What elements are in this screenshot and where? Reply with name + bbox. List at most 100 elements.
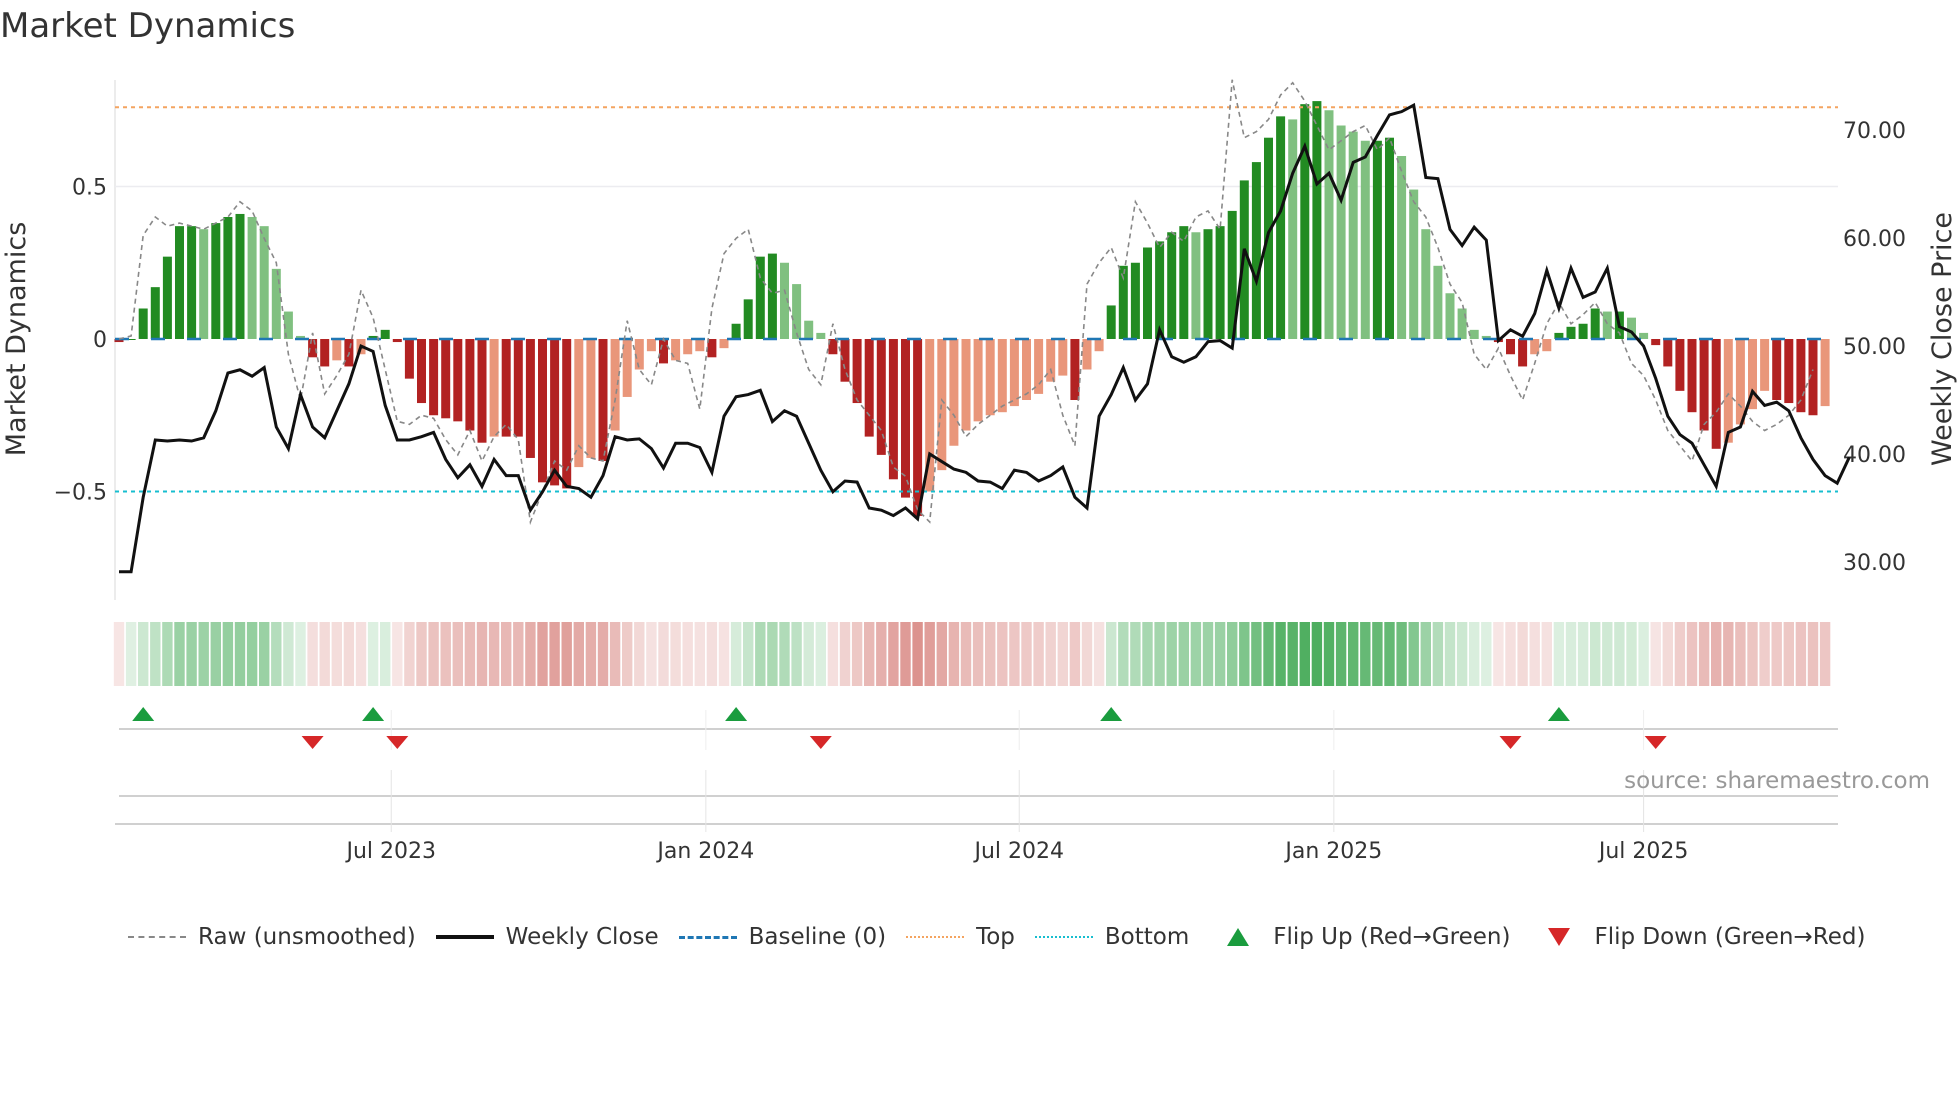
flip-up-marker — [362, 707, 385, 721]
heat-strip-cell — [936, 622, 947, 686]
dynamics-bar — [1590, 308, 1600, 339]
dynamics-bar — [550, 339, 560, 486]
dynamics-bar — [1143, 247, 1152, 339]
heat-strip-cell — [150, 622, 161, 686]
heat-strip-cell — [1735, 622, 1746, 686]
heat-strip-cell — [1311, 622, 1323, 686]
heat-strip-cell — [113, 622, 125, 686]
dynamics-bar — [320, 339, 330, 367]
dynamics-bar — [1663, 339, 1673, 367]
flip-down-marker — [386, 736, 409, 749]
dynamics-bar — [804, 320, 814, 339]
legend-raw: Raw (unsmoothed) — [128, 924, 416, 950]
dynamics-bar — [816, 332, 826, 339]
dynamics-bar — [1215, 226, 1225, 339]
heat-strip-cell — [1469, 622, 1480, 686]
legend-bottom: Bottom — [1034, 924, 1190, 950]
dynamics-bar — [1518, 339, 1528, 367]
dynamics-bar — [1723, 339, 1733, 443]
dynamics-bar — [271, 268, 281, 339]
dynamics-bar — [1760, 339, 1770, 391]
dynamics-bar — [223, 217, 233, 339]
heat-strip-cell — [1553, 622, 1565, 686]
heat-strip-cell — [488, 622, 500, 686]
dynamics-bar — [1784, 339, 1794, 404]
legend-label: Weekly Close — [505, 924, 659, 950]
dynamics-bar — [1409, 189, 1419, 339]
dynamics-bar — [1070, 339, 1080, 400]
dynamics-bar — [1094, 339, 1104, 352]
flip-up-marker — [1547, 707, 1570, 721]
x-tick-label: Jul 2024 — [972, 839, 1064, 864]
heat-strip-cell — [730, 622, 742, 686]
heat-strip-cell — [779, 622, 790, 686]
dynamics-bar — [719, 339, 729, 349]
heat-strip-cell — [380, 622, 391, 686]
dynamics-bar — [792, 284, 802, 339]
heat-strip-cell — [198, 622, 209, 686]
dynamics-bar — [1300, 104, 1310, 340]
dynamics-bar — [162, 256, 172, 339]
flip-up-marker — [1100, 707, 1123, 721]
dynamics-bar — [1699, 339, 1709, 431]
heat-strip-cell — [464, 622, 476, 686]
heat-strip-cell — [694, 622, 705, 686]
heat-strip-cell — [622, 622, 633, 686]
legend-label: Baseline (0) — [748, 924, 887, 950]
dynamics-bar — [1602, 311, 1612, 339]
dynamics-bar — [1276, 116, 1286, 339]
dynamics-bar — [489, 339, 499, 437]
dynamics-bar — [985, 339, 995, 416]
dynamics-bar — [175, 226, 184, 339]
dynamics-bar — [1336, 125, 1346, 339]
heat-strip-cell — [525, 622, 536, 686]
dynamics-bar — [259, 226, 269, 339]
heat-strip-cell — [972, 622, 984, 686]
dynamics-bar — [247, 217, 257, 339]
dynamics-bar — [1469, 329, 1479, 339]
heat-strip-cell — [1807, 622, 1819, 686]
heat-strip-cell — [1106, 622, 1117, 686]
dynamics-bar — [1312, 101, 1322, 339]
heat-strip-cell — [549, 622, 560, 686]
heat-strip-cell — [1166, 622, 1177, 686]
heat-strip-cell — [1638, 622, 1649, 686]
y2-tick-label: 50.00 — [1843, 335, 1906, 360]
heat-strip-cell — [162, 622, 173, 686]
heat-strip-cell — [912, 622, 923, 686]
heat-strip-cell — [634, 622, 645, 686]
heat-strip-cell — [1335, 622, 1347, 686]
dynamics-bar — [235, 213, 245, 339]
dynamics-bar — [1360, 140, 1370, 339]
heat-strip-cell — [1541, 622, 1552, 686]
legend-label: Raw (unsmoothed) — [198, 924, 416, 950]
dynamics-bar — [138, 308, 148, 339]
dynamics-bar — [525, 339, 535, 458]
dynamics-bar — [1445, 293, 1455, 339]
heat-strip-cell — [1711, 622, 1722, 686]
heat-strip-cell — [1795, 622, 1807, 686]
heat-strip-cell — [343, 622, 355, 686]
legend-label: Bottom — [1104, 924, 1190, 950]
legend-flip-up: Flip Up (Red→Green) — [1209, 924, 1510, 950]
heat-strip-cell — [440, 622, 451, 686]
y-tick-label: −0.5 — [54, 481, 107, 506]
heat-strip-cell — [1444, 622, 1456, 686]
heat-strip-cell — [1747, 622, 1758, 686]
dynamics-bar — [683, 339, 693, 355]
legend: Raw (unsmoothed) Weekly Close Baseline (… — [128, 924, 1885, 950]
dynamics-bar — [1058, 339, 1068, 376]
dynamics-bar — [441, 339, 451, 419]
dynamics-bar — [1385, 137, 1394, 339]
heat-strip-cell — [1759, 622, 1770, 686]
heat-strip-cell — [1069, 622, 1081, 686]
dynamics-bar — [187, 226, 197, 339]
heat-strip-cell — [259, 622, 270, 686]
heat-strip-cell — [367, 622, 379, 686]
dynamics-bar — [429, 339, 439, 416]
triangle-up-icon — [1227, 928, 1250, 946]
heat-strip-cell — [658, 622, 669, 686]
heat-strip-cell — [1590, 622, 1601, 686]
y-axis-label: Market Dynamics — [1, 222, 32, 457]
heat-strip-cell — [1505, 622, 1516, 686]
